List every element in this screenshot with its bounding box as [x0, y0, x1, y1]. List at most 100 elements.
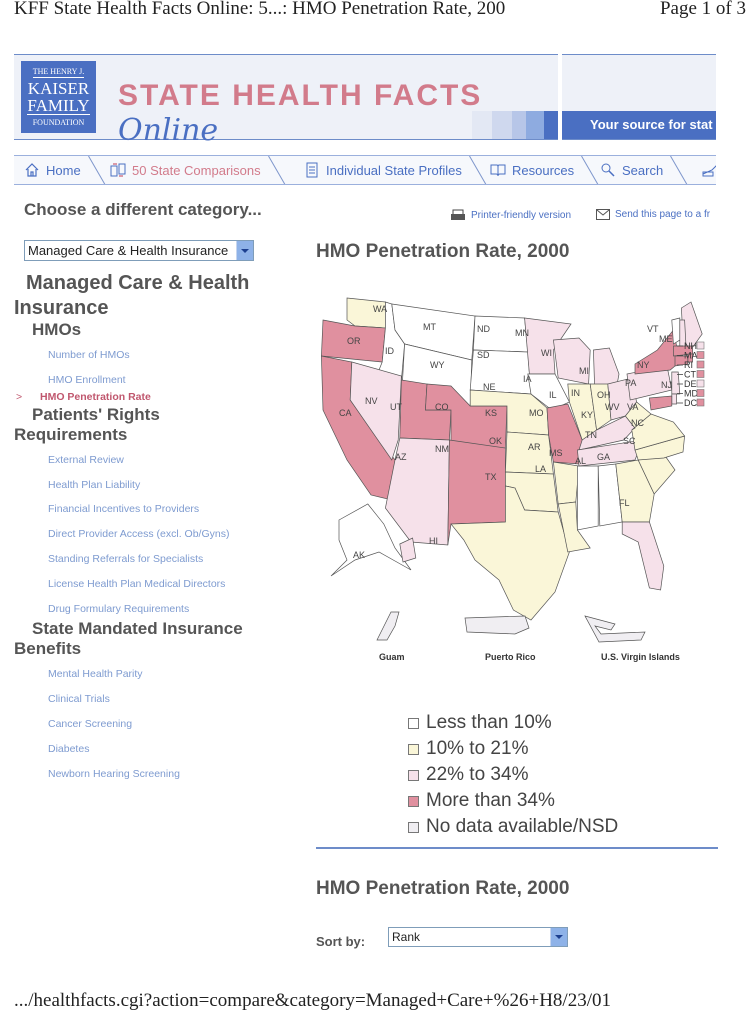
printer-friendly-link[interactable]: Printer-friendly version [450, 209, 571, 222]
banner-right: Your source for stat [562, 54, 716, 140]
state-label-hi: HI [429, 536, 438, 546]
sidebar-link-newborn-hearing[interactable]: Newborn Hearing Screening [48, 768, 180, 780]
tab-more[interactable] [702, 156, 716, 184]
state-label-nc: NC [631, 418, 644, 428]
state-label-sc: SC [623, 436, 636, 446]
state-label-al: AL [575, 456, 586, 466]
territory-u-s-virgin-islands[interactable] [584, 615, 646, 643]
territory-guam[interactable] [376, 611, 400, 641]
callout-swatch-dc[interactable] [696, 398, 705, 407]
sidebar-link-license-medical-directors[interactable]: License Health Plan Medical Directors [48, 578, 225, 590]
send-page-link[interactable]: Send this page to a fr [596, 209, 716, 220]
state-de[interactable] [671, 393, 677, 405]
section-title: Managed Care & Health Insurance [14, 272, 250, 319]
chevron-down-icon[interactable] [550, 928, 567, 946]
legend-label: 22% to 34% [426, 764, 529, 785]
section-divider [316, 847, 718, 849]
state-label-fl: FL [619, 498, 630, 508]
state-label-wa: WA [373, 304, 387, 314]
territory-label: U.S. Virgin Islands [601, 652, 680, 662]
state-label-id: ID [385, 346, 395, 356]
legend-label: No data available/NSD [426, 816, 619, 837]
callout-swatch-md[interactable] [696, 389, 705, 397]
state-label-ny: NY [637, 360, 650, 370]
category-select[interactable]: Managed Care & Health Insurance [24, 240, 254, 261]
state-wi[interactable] [553, 337, 591, 385]
state-label-co: CO [435, 402, 449, 412]
state-label-nd: ND [477, 324, 490, 334]
book-icon [490, 164, 506, 177]
state-label-mo: MO [529, 408, 544, 418]
state-label-ca: CA [339, 408, 352, 418]
legend-swatch [408, 821, 419, 833]
tab-label: Search [622, 162, 664, 178]
state-md[interactable] [649, 395, 673, 411]
tab-label: 50 State Comparisons [132, 162, 261, 178]
callout-swatch-de[interactable] [696, 379, 705, 388]
state-label-oh: OH [597, 390, 611, 400]
state-label-in: IN [571, 388, 580, 398]
state-nj[interactable] [671, 371, 681, 395]
state-label-nm: NM [435, 444, 449, 454]
document-icon [306, 162, 318, 178]
state-hi[interactable] [399, 537, 417, 563]
sidebar-link-clinical-trials[interactable]: Clinical Trials [48, 693, 110, 705]
envelope-icon [596, 209, 610, 220]
sort-by-select[interactable]: Rank [388, 927, 568, 947]
sidebar-link-cancer-screening[interactable]: Cancer Screening [48, 718, 132, 730]
state-label-wi: WI [541, 348, 552, 358]
state-fl[interactable] [621, 521, 665, 591]
site-banner: THE HENRY J. KAISER FAMILY FOUNDATION ST… [14, 54, 558, 148]
print-footer-url: .../healthfacts.cgi?action=compare&categ… [14, 990, 611, 1011]
territory-label: Guam [379, 652, 405, 662]
logo-line-4: FOUNDATION [32, 118, 85, 127]
callout-swatch-ct[interactable] [696, 370, 705, 378]
state-label-wy: WY [430, 360, 445, 370]
state-label-mt: MT [423, 322, 436, 332]
territory-puerto-rico[interactable] [464, 615, 530, 635]
state-ks[interactable] [505, 431, 554, 475]
group-title-state-mandated: State Mandated Insurance Benefits [14, 619, 243, 658]
print-header: KFF State Health Facts Online: 5...: HMO… [14, 0, 746, 24]
legend-item: No data available/NSD [408, 814, 618, 840]
state-vt[interactable] [671, 317, 681, 345]
state-label-la: LA [535, 464, 546, 474]
choose-category-label: Choose a different category... [24, 200, 262, 219]
tab-50-state-comparisons[interactable]: 50 State Comparisons [110, 156, 286, 184]
table-title: HMO Penetration Rate, 2000 [316, 878, 570, 899]
legend-swatch [408, 717, 419, 729]
sidebar-link-diabetes[interactable]: Diabetes [48, 743, 89, 755]
state-label-ia: IA [523, 374, 532, 384]
sidebar-link-direct-provider-access[interactable]: Direct Provider Access (excl. Ob/Gyns) [48, 528, 229, 540]
state-label-nj: NJ [661, 380, 672, 390]
sidebar-link-financial-incentives[interactable]: Financial Incentives to Providers [48, 503, 199, 515]
callout-swatch-ri[interactable] [696, 360, 705, 369]
callout-swatch-nh[interactable] [696, 341, 705, 350]
sidebar-link-mental-health-parity[interactable]: Mental Health Parity [48, 668, 143, 680]
sidebar-link-health-plan-liability[interactable]: Health Plan Liability [48, 479, 140, 491]
tab-individual-state-profiles[interactable]: Individual State Profiles [304, 156, 487, 184]
sidebar-link-hmo-penetration-rate[interactable]: HMO Penetration Rate [40, 391, 151, 403]
tab-search[interactable]: Search [600, 156, 689, 184]
tab-home[interactable]: Home [24, 156, 106, 184]
state-label-ms: MS [549, 448, 563, 458]
legend-item: More than 34% [408, 788, 618, 814]
sidebar-link-hmo-enrollment[interactable]: HMO Enrollment [48, 374, 126, 386]
brand-main: STATE HEALTH FACTS [118, 79, 483, 112]
chevron-down-icon[interactable] [236, 241, 253, 260]
sidebar-link-external-review[interactable]: External Review [48, 454, 124, 466]
tab-resources[interactable]: Resources [490, 156, 600, 184]
sidebar-link-drug-formulary[interactable]: Drug Formulary Requirements [48, 603, 189, 615]
state-ms[interactable] [577, 465, 599, 531]
state-label-tx: TX [485, 472, 497, 482]
sort-by-label: Sort by: [316, 934, 366, 949]
magnifier-icon [601, 163, 615, 177]
kff-logo[interactable]: THE HENRY J. KAISER FAMILY FOUNDATION [21, 61, 96, 133]
sidebar-link-standing-referrals[interactable]: Standing Referrals for Specialists [48, 553, 203, 565]
sidebar-link-number-of-hmos[interactable]: Number of HMOs [48, 349, 130, 361]
callout-label-ri: RI [684, 360, 693, 370]
state-ar[interactable] [553, 461, 580, 505]
callout-swatch-ma[interactable] [696, 351, 705, 359]
us-choropleth-map: WA OR CA ID NV MT WY UT AZ CO NM ND SD NE KS OK TX MN IA MO… [321, 297, 705, 662]
legend-swatch [408, 769, 419, 781]
